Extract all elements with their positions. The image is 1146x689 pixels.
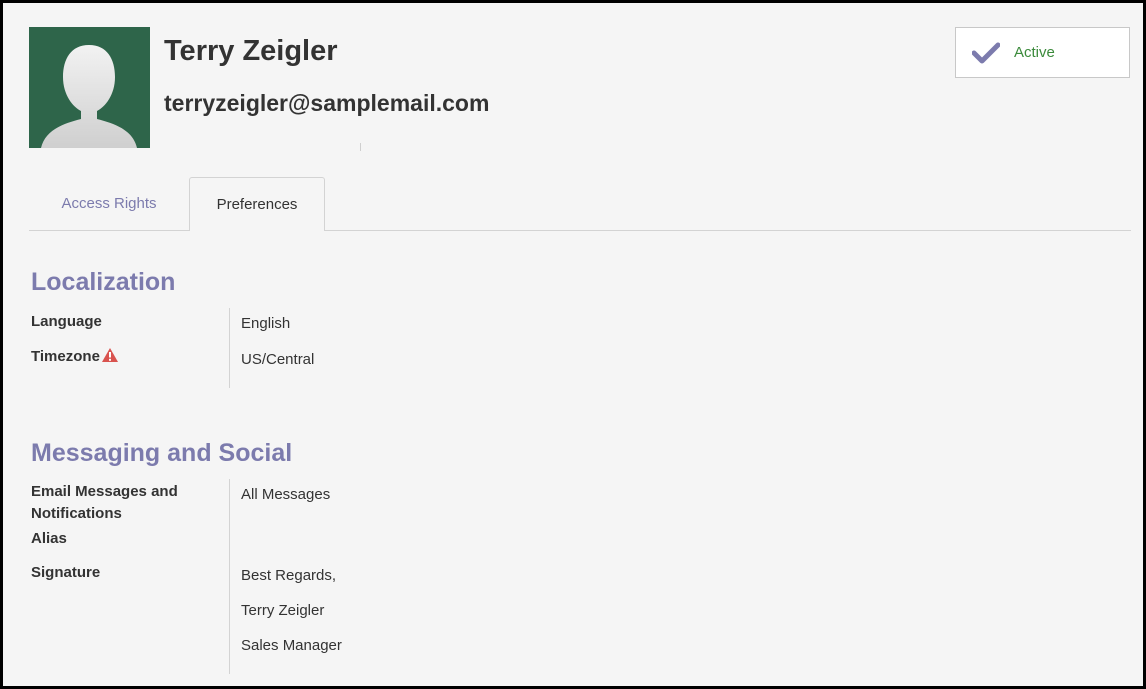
timezone-value[interactable]: US/Central xyxy=(241,349,314,371)
user-placeholder-icon xyxy=(41,45,137,148)
timezone-label-text: Timezone xyxy=(31,348,100,365)
tab-bar: Access Rights Preferences xyxy=(29,177,1131,231)
warning-icon xyxy=(101,348,118,362)
divider xyxy=(360,143,361,151)
signature-line[interactable]: Sales Manager xyxy=(241,635,342,657)
signature-line[interactable]: Best Regards, xyxy=(241,565,336,587)
divider xyxy=(29,687,1131,688)
signature-label: Signature xyxy=(31,564,101,581)
user-form: Terry Zeigler terryzeigler@samplemail.co… xyxy=(0,0,1146,689)
check-icon xyxy=(972,42,1000,63)
divider xyxy=(229,308,230,388)
timezone-label: Timezone xyxy=(31,346,221,368)
section-title-messaging: Messaging and Social xyxy=(31,439,293,467)
status-label: Active xyxy=(1014,44,1055,61)
avatar[interactable] xyxy=(29,27,150,148)
active-toggle-button[interactable]: Active xyxy=(955,27,1130,78)
divider xyxy=(229,479,230,674)
signature-line[interactable]: Terry Zeigler xyxy=(241,600,324,622)
alias-label: Alias xyxy=(31,530,67,547)
email-notifications-value[interactable]: All Messages xyxy=(241,484,330,506)
section-title-localization: Localization xyxy=(31,268,176,296)
user-name: Terry Zeigler xyxy=(164,35,338,67)
language-value[interactable]: English xyxy=(241,313,290,335)
email-notifications-label: Email Messages and Notifications xyxy=(31,483,178,522)
user-email: terryzeigler@samplemail.com xyxy=(164,90,490,116)
tab-access-rights[interactable]: Access Rights xyxy=(29,177,189,230)
language-label: Language xyxy=(31,313,102,330)
tab-preferences[interactable]: Preferences xyxy=(189,177,325,231)
